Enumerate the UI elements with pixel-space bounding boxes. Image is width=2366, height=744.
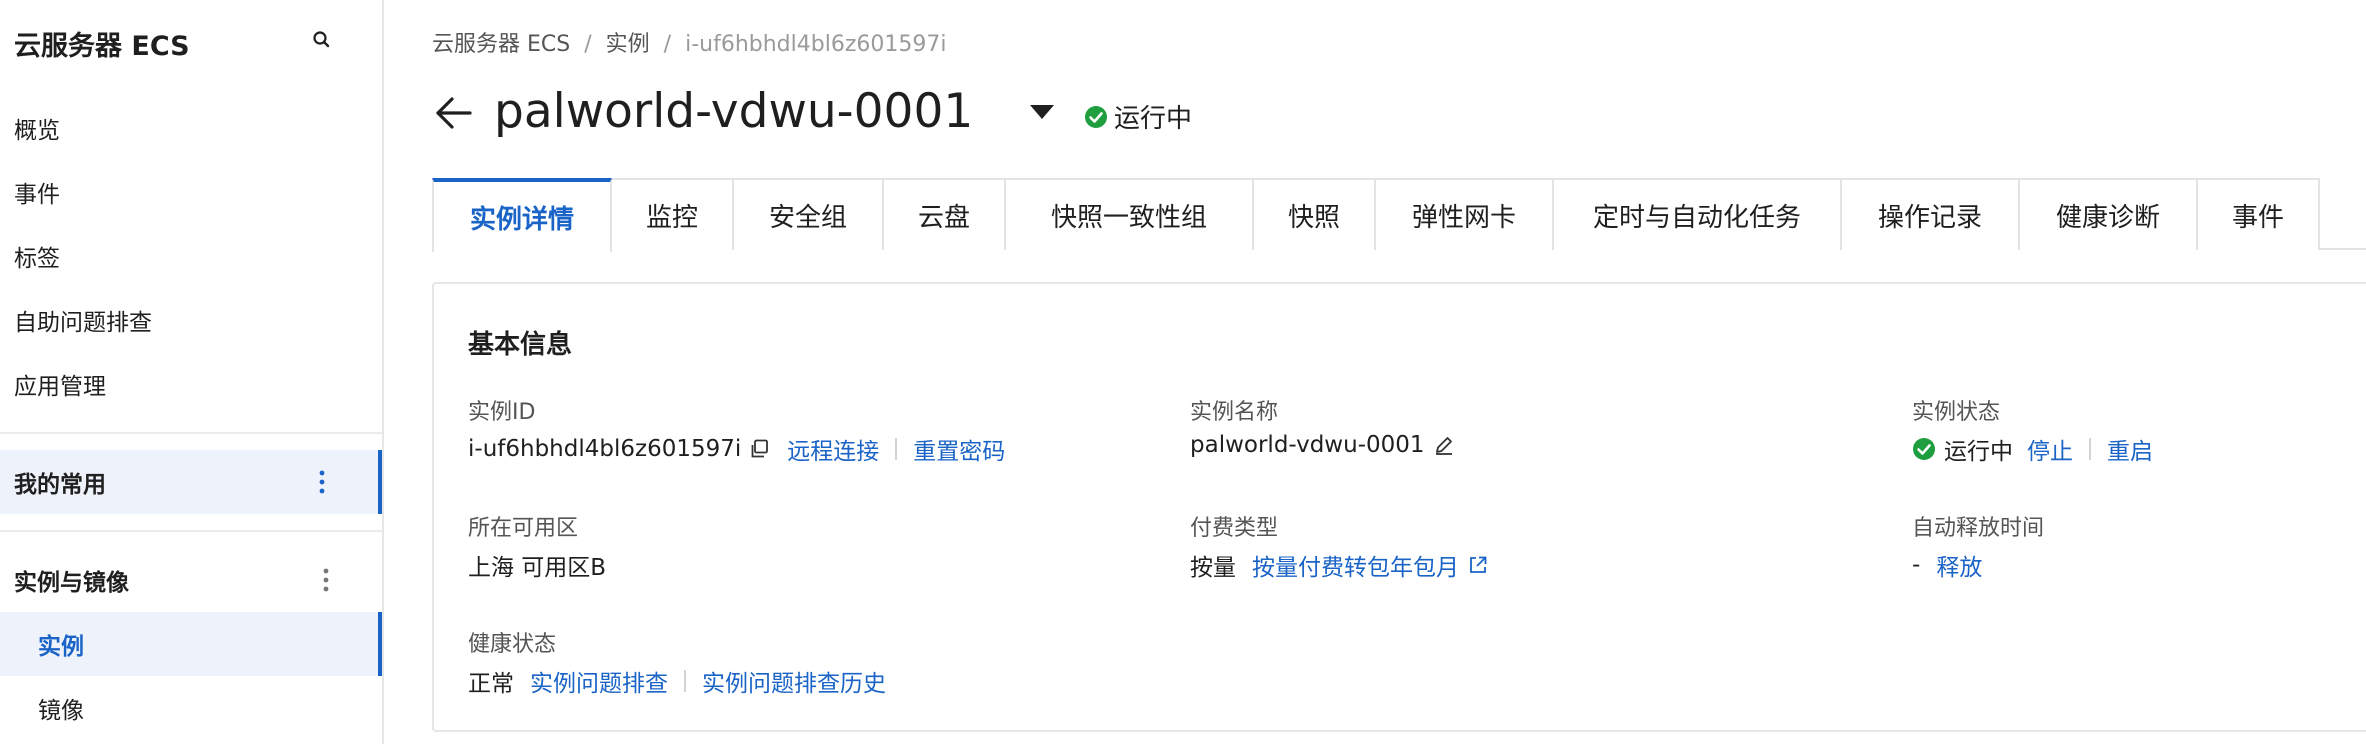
tab-snapshots[interactable]: 快照 xyxy=(1254,178,1376,250)
auto-release-value: - xyxy=(1912,552,1921,578)
sidebar-group-label: 实例与镜像 xyxy=(14,570,129,596)
divider xyxy=(684,670,686,692)
field-value-row: 正常 实例问题排查 实例问题排查历史 xyxy=(468,664,886,698)
reset-password-link[interactable]: 重置密码 xyxy=(913,432,1005,466)
breadcrumb-root[interactable]: 云服务器 ECS xyxy=(432,32,570,57)
sidebar-item-tags[interactable]: 标签 xyxy=(0,224,382,288)
instance-id-value: i-uf6hbhdl4bl6z601597i xyxy=(468,436,742,462)
field-value-row: 按量 按量付费转包年包月 xyxy=(1190,548,1489,582)
sidebar-item-self-troubleshoot[interactable]: 自助问题排查 xyxy=(0,288,382,352)
sidebar-item-label: 镜像 xyxy=(38,698,84,724)
sidebar-divider xyxy=(0,530,382,532)
billing-value: 按量 xyxy=(1190,555,1236,581)
restart-link[interactable]: 重启 xyxy=(2107,432,2153,466)
health-value: 正常 xyxy=(468,671,514,697)
remote-connect-link[interactable]: 远程连接 xyxy=(787,432,879,466)
sidebar-item-label: 自助问题排查 xyxy=(14,310,152,336)
search-icon[interactable] xyxy=(310,28,334,52)
tab-operation-logs[interactable]: 操作记录 xyxy=(1842,178,2020,250)
field-value-row: 上海 可用区B xyxy=(468,548,606,582)
sidebar-item-label: 概览 xyxy=(14,118,60,144)
tab-disks[interactable]: 云盘 xyxy=(884,178,1006,250)
sidebar-item-app-management[interactable]: 应用管理 xyxy=(0,352,382,416)
instance-name-value: palworld-vdwu-0001 xyxy=(1190,432,1425,458)
troubleshoot-link[interactable]: 实例问题排查 xyxy=(530,664,668,698)
tab-security-groups[interactable]: 安全组 xyxy=(734,178,884,250)
field-label: 所在可用区 xyxy=(468,516,579,541)
breadcrumb-section[interactable]: 实例 xyxy=(606,32,650,57)
field-label: 付费类型 xyxy=(1190,516,1279,541)
sidebar-title: 云服务器 ECS xyxy=(14,31,190,62)
status-badge: 运行中 xyxy=(1084,98,1192,134)
zone-value: 上海 可用区B xyxy=(468,555,607,581)
sidebar-item-label: 事件 xyxy=(14,182,60,208)
field-label: 健康状态 xyxy=(468,632,557,657)
sidebar-item-label: 实例 xyxy=(38,634,84,660)
field-label: 自动释放时间 xyxy=(1912,516,2045,541)
ecs-console: 云服务器 ECS 概览 事件 标签 自助问题排查 应用管理 我的常用 实例与镜像… xyxy=(0,0,2366,744)
field-value-row: 运行中 停止 重启 xyxy=(1912,432,2153,466)
breadcrumb-separator: / xyxy=(663,32,672,57)
more-vertical-icon[interactable] xyxy=(322,567,330,593)
field-health: 健康状态 正常 实例问题排查 实例问题排查历史 xyxy=(468,626,1368,706)
sidebar-group-common[interactable]: 我的常用 xyxy=(0,450,382,514)
field-value-row: i-uf6hbhdl4bl6z601597i 远程连接 重置密码 xyxy=(468,432,1005,466)
divider xyxy=(895,438,898,460)
status-text: 运行中 xyxy=(1114,104,1193,134)
sidebar-item-instances[interactable]: 实例 xyxy=(0,612,382,676)
stop-link[interactable]: 停止 xyxy=(2027,432,2073,466)
page-title: palworld-vdwu-0001 xyxy=(494,84,974,139)
copy-icon[interactable] xyxy=(749,438,771,460)
back-arrow-icon[interactable] xyxy=(432,92,474,134)
card-title: 基本信息 xyxy=(468,330,573,360)
tab-eni[interactable]: 弹性网卡 xyxy=(1376,178,1554,250)
check-circle-icon xyxy=(1085,105,1107,128)
sidebar-header: 云服务器 ECS xyxy=(14,22,374,62)
field-zone: 所在可用区 上海 可用区B xyxy=(468,510,1168,590)
field-label: 实例ID xyxy=(468,400,536,425)
tab-scheduled-tasks[interactable]: 定时与自动化任务 xyxy=(1554,178,1842,250)
basic-info-card: 基本信息 实例ID i-uf6hbhdl4bl6z601597i 远程连接 重置… xyxy=(432,282,2366,732)
breadcrumb-current: i-uf6hbhdl4bl6z601597i xyxy=(685,32,947,57)
external-link-icon[interactable] xyxy=(1467,554,1489,576)
main-content: 云服务器 ECS / 实例 / i-uf6hbhdl4bl6z601597i palwo… xyxy=(384,0,2366,744)
tab-health-diagnosis[interactable]: 健康诊断 xyxy=(2020,178,2198,250)
more-vertical-icon[interactable] xyxy=(318,469,326,495)
tab-snapshot-consistency-groups[interactable]: 快照一致性组 xyxy=(1006,178,1254,250)
field-instance-status: 实例状态 运行中 停止 重启 xyxy=(1912,394,2366,474)
field-instance-id: 实例ID i-uf6hbhdl4bl6z601597i 远程连接 重置密码 xyxy=(468,394,1168,474)
breadcrumb: 云服务器 ECS / 实例 / i-uf6hbhdl4bl6z601597i xyxy=(432,26,946,58)
sidebar-group-instances-images[interactable]: 实例与镜像 xyxy=(0,548,382,612)
field-auto-release: 自动释放时间 - 释放 xyxy=(1912,510,2366,590)
sidebar-item-images[interactable]: 镜像 xyxy=(0,676,382,740)
divider xyxy=(2089,438,2091,460)
edit-pencil-icon[interactable] xyxy=(1433,434,1455,456)
sidebar-item-events[interactable]: 事件 xyxy=(0,160,382,224)
troubleshoot-history-link[interactable]: 实例问题排查历史 xyxy=(702,664,886,698)
release-link[interactable]: 释放 xyxy=(1936,548,1982,582)
field-label: 实例名称 xyxy=(1190,400,1279,425)
tab-events[interactable]: 事件 xyxy=(2198,178,2320,250)
caret-down-icon[interactable] xyxy=(1028,102,1056,122)
sidebar-divider xyxy=(0,432,382,434)
check-circle-icon xyxy=(1913,438,1935,460)
instance-status-value: 运行中 xyxy=(1944,439,2013,465)
field-value-row: palworld-vdwu-0001 xyxy=(1190,432,1455,458)
field-billing-type: 付费类型 按量 按量付费转包年包月 xyxy=(1190,510,1890,590)
tab-instance-details[interactable]: 实例详情 xyxy=(432,178,612,252)
tab-monitoring[interactable]: 监控 xyxy=(612,178,734,250)
tab-bar: 实例详情 监控 安全组 云盘 快照一致性组 快照 弹性网卡 定时与自动化任务 操… xyxy=(432,178,2366,252)
field-value-row: - 释放 xyxy=(1912,548,1982,582)
sidebar: 云服务器 ECS 概览 事件 标签 自助问题排查 应用管理 我的常用 实例与镜像… xyxy=(0,0,384,744)
sidebar-item-label: 应用管理 xyxy=(14,374,106,400)
sidebar-group-label: 我的常用 xyxy=(14,472,106,498)
field-instance-name: 实例名称 palworld-vdwu-0001 xyxy=(1190,394,1890,474)
sidebar-item-overview[interactable]: 概览 xyxy=(0,96,382,160)
field-label: 实例状态 xyxy=(1912,400,2001,425)
sidebar-item-label: 标签 xyxy=(14,246,60,272)
breadcrumb-separator: / xyxy=(584,32,592,57)
convert-subscription-link[interactable]: 按量付费转包年包月 xyxy=(1252,548,1459,582)
